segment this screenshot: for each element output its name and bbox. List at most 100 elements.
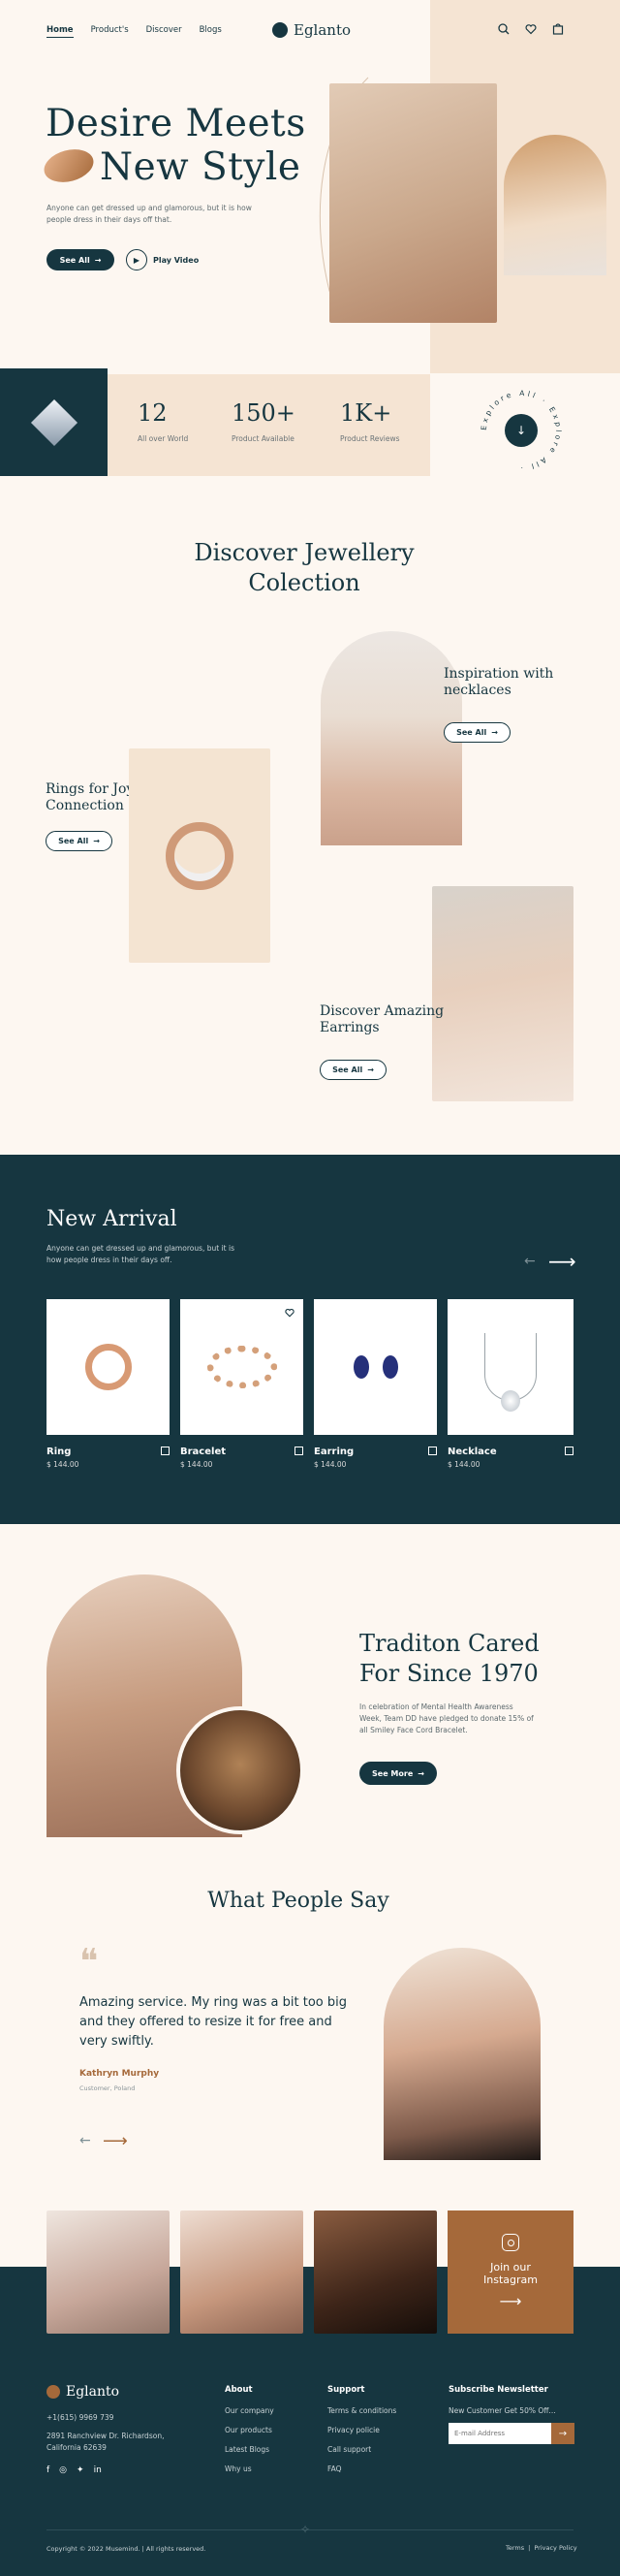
tradition-ring-image: [176, 1706, 304, 1834]
product-price: $ 144.00: [180, 1460, 213, 1469]
hero-description: Anyone can get dressed up and glamorous,…: [46, 204, 252, 224]
heart-icon[interactable]: [525, 23, 537, 35]
product-price: $ 144.00: [46, 1460, 79, 1469]
facebook-icon[interactable]: f: [46, 2465, 49, 2475]
twitter-icon[interactable]: ✦: [77, 2465, 84, 2475]
tradition-title-line2: For Since 1970: [359, 1660, 539, 1687]
bag-icon[interactable]: [565, 1447, 574, 1455]
instagram-icon[interactable]: ◎: [59, 2465, 67, 2475]
earrings-see-all-button[interactable]: See All →: [320, 1060, 387, 1080]
search-icon[interactable]: [498, 23, 510, 35]
arrow-down-icon: ↓: [515, 424, 527, 437]
terms-link[interactable]: Terms: [506, 2544, 524, 2552]
product-name: Necklace: [448, 1447, 497, 1457]
product-name: Earring: [314, 1447, 355, 1457]
header-icons: [498, 23, 564, 35]
testimonial-next-arrow[interactable]: ⟶: [103, 2131, 128, 2151]
testimonial-quote: Amazing service. My ring was a bit too b…: [79, 1995, 347, 2049]
logo-icon: [272, 22, 288, 38]
earring-right-image: [382, 1355, 398, 1379]
stat-products-value: 150+: [232, 399, 295, 427]
instagram-photo-1[interactable]: [46, 2210, 170, 2334]
ring-product-image: [84, 1344, 132, 1390]
product-card-necklace[interactable]: [448, 1299, 574, 1435]
bracelet-product-image: [206, 1346, 277, 1388]
bag-icon[interactable]: [294, 1447, 303, 1455]
bag-icon[interactable]: [161, 1447, 170, 1455]
product-info-ring: Ring $ 144.00: [46, 1447, 170, 1469]
footer-logo[interactable]: Eglanto: [46, 2384, 119, 2400]
privacy-link[interactable]: Privacy Policy: [534, 2544, 576, 2552]
carousel-next-arrow[interactable]: ⟶: [548, 1250, 576, 1273]
product-card-bracelet[interactable]: [180, 1299, 303, 1435]
rings-see-all-button[interactable]: See All →: [46, 831, 112, 851]
footer-link-terms[interactable]: Terms & conditions: [327, 2406, 396, 2415]
logo-icon: [46, 2385, 60, 2399]
stats-jewel-image: [0, 368, 108, 476]
footer-address-line2: California 62639: [46, 2443, 107, 2452]
newsletter-text: New Customer Get 50% Off...: [449, 2406, 556, 2415]
newsletter-head: Subscribe Newsletter: [449, 2385, 548, 2395]
play-video-button[interactable]: ▶ Play Video: [126, 249, 199, 270]
explore-all-badge[interactable]: Explore All · Explore All · ↓: [477, 386, 566, 475]
instagram-photo-3[interactable]: [314, 2210, 437, 2334]
product-card-ring[interactable]: [46, 1299, 170, 1435]
logo-text: Eglanto: [294, 21, 352, 39]
tradition-title-line1: Traditon Cared: [359, 1630, 540, 1657]
cart-icon[interactable]: [552, 23, 564, 35]
earrings-collection-image: [432, 886, 574, 1101]
instagram-photo-2[interactable]: [180, 2210, 303, 2334]
stat-products: 150+ Product Available: [232, 399, 295, 443]
linkedin-icon[interactable]: in: [94, 2465, 102, 2475]
footer-link-call[interactable]: Call support: [327, 2445, 396, 2454]
product-price: $ 144.00: [448, 1460, 480, 1469]
collection-title-line1: Discover Jewellery: [194, 539, 415, 566]
tradition-see-more-button[interactable]: See More →: [359, 1762, 437, 1785]
nav-item-discover[interactable]: Discover: [146, 25, 182, 38]
arrow-right-icon: →: [94, 255, 102, 265]
necklaces-see-all-button[interactable]: See All →: [444, 722, 511, 743]
bag-icon[interactable]: [428, 1447, 437, 1455]
collection-title-line2: Colection: [248, 569, 360, 596]
testimonial-image: [384, 1948, 541, 2160]
footer-newsletter: Subscribe Newsletter New Customer Get 50…: [449, 2385, 574, 2444]
necklace-product-image: [484, 1333, 537, 1412]
arrow-right-icon: ⟶: [499, 2292, 522, 2310]
nav-item-home[interactable]: Home: [46, 25, 74, 38]
nav-item-blogs[interactable]: Blogs: [200, 25, 222, 38]
carousel-prev-arrow[interactable]: ←: [524, 1254, 536, 1269]
footer-link-privacy[interactable]: Privacy policie: [327, 2426, 396, 2434]
footer-phone: +1(615) 9969 739: [46, 2413, 114, 2422]
product-name: Ring: [46, 1447, 72, 1457]
footer-link-why[interactable]: Why us: [225, 2465, 274, 2473]
hero-title-line2: New Style: [100, 145, 301, 189]
footer-support: Support Terms & conditions Privacy polic…: [327, 2385, 396, 2484]
stat-products-label: Product Available: [232, 434, 294, 443]
earring-left-image: [353, 1355, 369, 1379]
product-card-earring[interactable]: [314, 1299, 437, 1435]
stat-world-label: All over World: [138, 434, 189, 443]
nav-item-products[interactable]: Product's: [91, 25, 129, 38]
join-instagram-line2: Instagram: [483, 2274, 538, 2286]
ring-image: [40, 143, 98, 188]
subscribe-button[interactable]: →: [551, 2423, 574, 2444]
hero-see-all-button[interactable]: See All →: [46, 249, 114, 270]
explore-button[interactable]: ↓: [505, 414, 538, 447]
testimonial-prev-arrow[interactable]: ←: [79, 2133, 91, 2148]
footer-link-faq[interactable]: FAQ: [327, 2465, 396, 2473]
stat-reviews: 1K+ Product Reviews: [340, 399, 400, 443]
hero-hands-image: [329, 83, 497, 323]
stat-reviews-value: 1K+: [340, 399, 392, 427]
copyright: Copyright © 2022 Musemind. | All rights …: [46, 2545, 206, 2553]
tradition-description: In celebration of Mental Health Awarenes…: [359, 1702, 534, 1734]
join-instagram-card[interactable]: Join our Instagram ⟶: [448, 2210, 574, 2334]
logo[interactable]: Eglanto: [272, 21, 351, 39]
footer-link-company[interactable]: Our company: [225, 2406, 274, 2415]
necklace-collection-image: [321, 631, 462, 845]
email-input[interactable]: [449, 2423, 551, 2444]
new-arrival-title: New Arrival: [46, 1207, 177, 1231]
heart-icon[interactable]: [285, 1308, 294, 1318]
footer-about-head: About: [225, 2385, 253, 2395]
footer-link-blogs[interactable]: Latest Blogs: [225, 2445, 274, 2454]
footer-link-products[interactable]: Our products: [225, 2426, 274, 2434]
